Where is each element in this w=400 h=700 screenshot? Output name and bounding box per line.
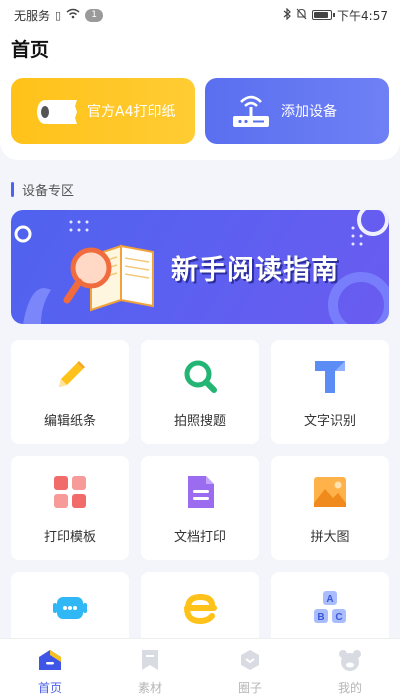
image-icon bbox=[310, 472, 350, 512]
paper-roll-icon bbox=[35, 92, 79, 130]
sim-icon: ▯ bbox=[55, 8, 62, 22]
beginner-guide-banner[interactable]: 新手阅读指南 bbox=[11, 210, 389, 324]
section-title: 设备专区 bbox=[22, 184, 75, 199]
tool-label: 文字识别 bbox=[303, 414, 356, 429]
section-accent-bar bbox=[11, 182, 14, 197]
document-icon bbox=[180, 472, 220, 512]
tab-circle-label: 圈子 bbox=[237, 681, 262, 695]
tab-materials[interactable]: 素材 bbox=[100, 639, 200, 700]
mute-bell-icon bbox=[296, 8, 307, 23]
abc-blocks-icon: A B C bbox=[310, 588, 350, 628]
template-icon bbox=[50, 472, 90, 512]
bear-icon bbox=[337, 647, 363, 673]
status-left: 无服务 ▯ 1 bbox=[14, 7, 104, 24]
tool-big-image[interactable]: 拼大图 bbox=[271, 456, 389, 560]
tab-circle[interactable]: 圈子 bbox=[200, 639, 300, 700]
banner-title: 新手阅读指南 bbox=[171, 255, 339, 286]
bookmark-icon bbox=[137, 647, 163, 673]
section-heading: 设备专区 bbox=[11, 180, 74, 199]
hexagon-icon bbox=[237, 647, 263, 673]
search-icon bbox=[180, 356, 220, 396]
tab-materials-label: 素材 bbox=[137, 681, 162, 695]
clock-text: 下午4:57 bbox=[337, 8, 388, 23]
wifi-icon bbox=[66, 8, 80, 22]
battery-fill bbox=[314, 12, 329, 18]
svg-text:C: C bbox=[335, 612, 342, 623]
tool-label: 拼大图 bbox=[310, 530, 350, 545]
tool-text-recognition[interactable]: 文字识别 bbox=[271, 340, 389, 444]
tool-document-print[interactable]: 文档打印 bbox=[141, 456, 259, 560]
tool-label: 拍照搜题 bbox=[173, 414, 226, 429]
tool-label: 文档打印 bbox=[173, 530, 226, 545]
svg-text:A: A bbox=[326, 594, 333, 605]
tab-home-label: 首页 bbox=[37, 681, 62, 695]
tool-label: 编辑纸条 bbox=[43, 414, 96, 429]
book-magnifier-icon bbox=[63, 244, 154, 312]
e-icon bbox=[180, 588, 220, 628]
add-device-label: 添加设备 bbox=[281, 104, 337, 120]
text-recognition-icon bbox=[310, 356, 350, 396]
router-icon bbox=[229, 92, 273, 130]
carrier-text: 无服务 bbox=[14, 8, 51, 23]
bottom-tab-bar: 首页 素材 圈子 我的 bbox=[0, 638, 400, 700]
page-title: 首页 bbox=[11, 39, 50, 61]
battery-icon bbox=[312, 10, 336, 20]
tool-edit-note[interactable]: 编辑纸条 bbox=[11, 340, 129, 444]
status-bar: 无服务 ▯ 1 下午4:57 bbox=[0, 0, 400, 30]
svg-text:B: B bbox=[317, 612, 324, 623]
tab-profile[interactable]: 我的 bbox=[300, 639, 400, 700]
add-device-card[interactable]: 添加设备 bbox=[205, 78, 389, 144]
tool-label: 打印模板 bbox=[43, 530, 96, 545]
tool-photo-search[interactable]: 拍照搜题 bbox=[141, 340, 259, 444]
tab-profile-label: 我的 bbox=[337, 681, 362, 695]
home-icon bbox=[37, 647, 63, 673]
status-right: 下午4:57 bbox=[283, 7, 388, 24]
pencil-icon bbox=[50, 356, 90, 396]
buy-a4-paper-card[interactable]: 官方A4打印纸 bbox=[11, 78, 195, 144]
tab-home[interactable]: 首页 bbox=[0, 639, 100, 700]
tool-print-template[interactable]: 打印模板 bbox=[11, 456, 129, 560]
bluetooth-icon bbox=[283, 7, 291, 23]
buy-a4-paper-label: 官方A4打印纸 bbox=[87, 104, 176, 120]
robot-icon bbox=[50, 588, 90, 628]
notification-badge: 1 bbox=[85, 8, 104, 22]
